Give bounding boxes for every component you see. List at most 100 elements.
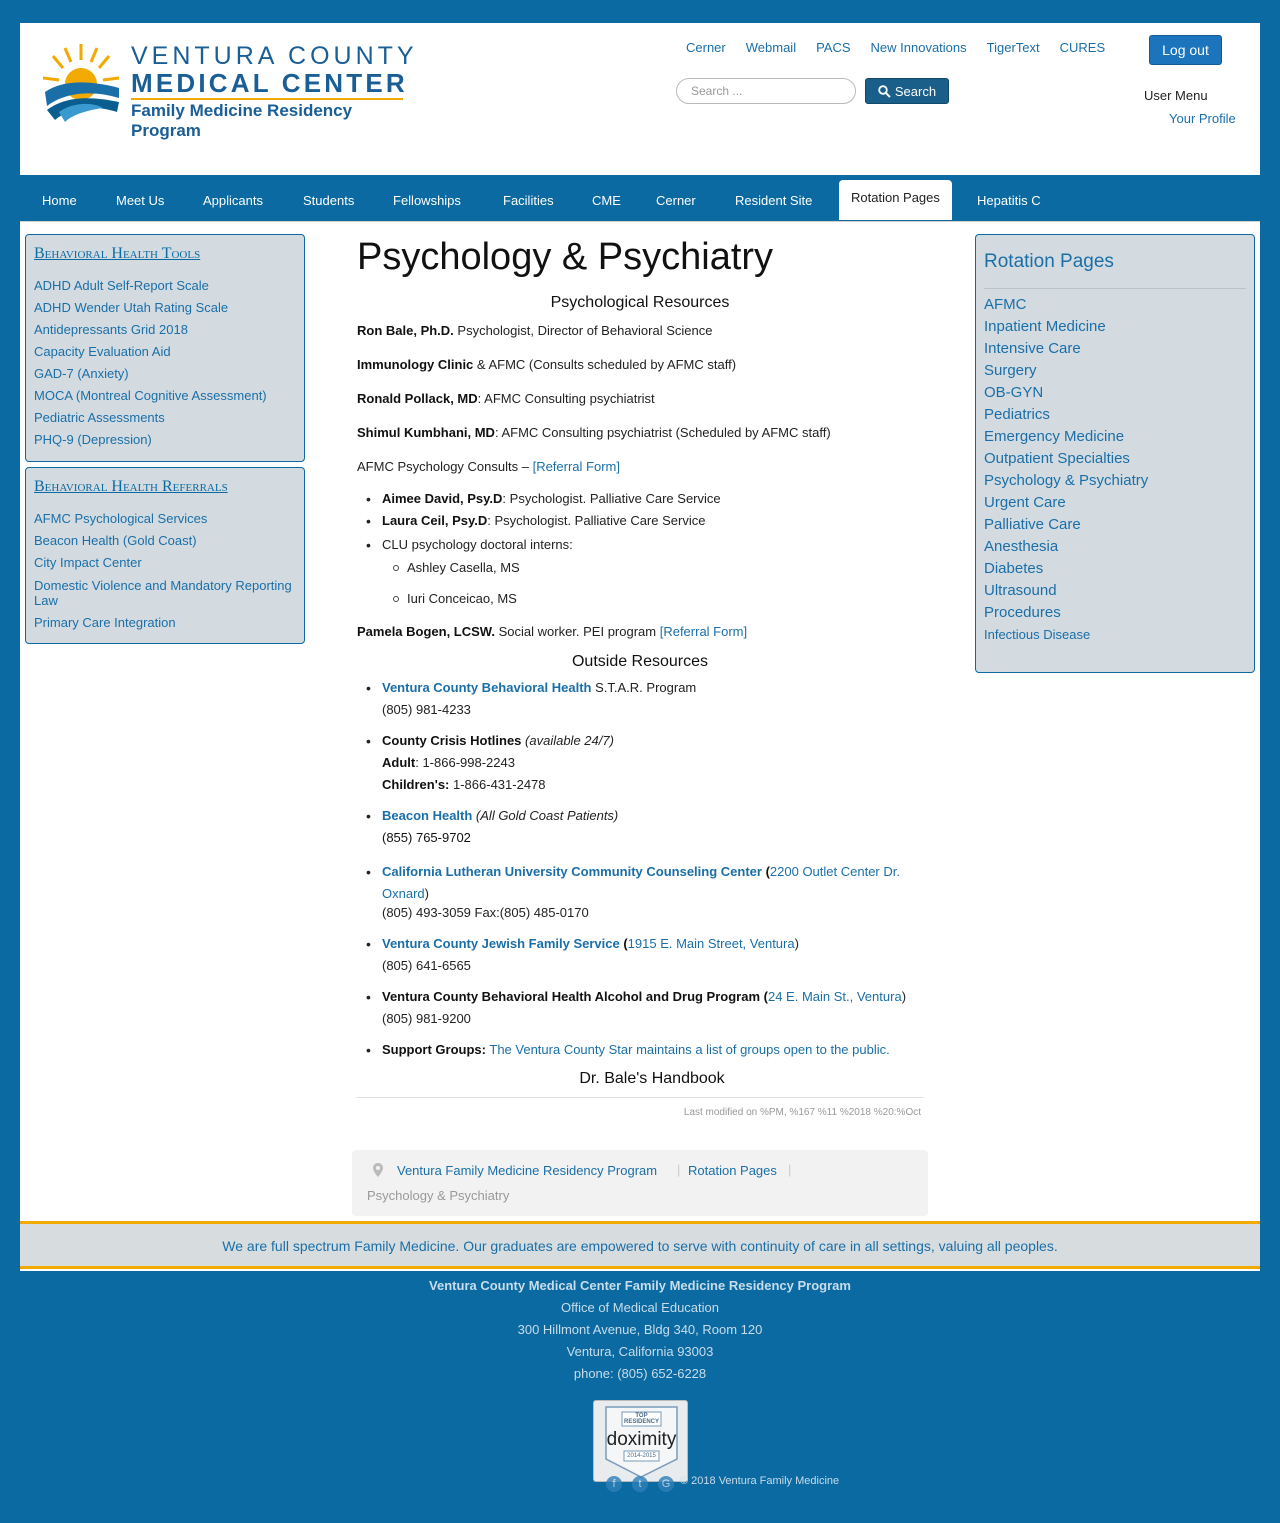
doximity-badge[interactable]: TOP RESIDENCY doximity 2014-2015 — [593, 1400, 688, 1482]
nav-cme[interactable]: CME — [592, 175, 621, 222]
tool-link[interactable]: Antidepressants Grid 2018 — [34, 319, 296, 341]
kumbhani-desc: : AFMC Consulting psychiatrist (Schedule… — [494, 425, 831, 440]
logo-line-3: Family Medicine Residency Program — [131, 101, 353, 140]
rotation-link[interactable]: Surgery — [984, 360, 1148, 382]
rotation-link[interactable]: Pediatrics — [984, 404, 1148, 426]
jfs-phone: (805) 641-6565 — [382, 958, 471, 973]
intern-item: Iuri Conceicao, MS — [393, 591, 517, 606]
pollack-name: Ronald Pollack, MD — [357, 391, 478, 406]
rotation-link[interactable]: Inpatient Medicine — [984, 316, 1148, 338]
crisis-availability: (available 24/7) — [521, 733, 614, 748]
rotation-link[interactable]: Emergency Medicine — [984, 426, 1148, 448]
support-groups-link[interactable]: The Ventura County Star maintains a list… — [486, 1042, 889, 1057]
search-icon — [878, 84, 891, 98]
location-pin-icon — [373, 1163, 383, 1177]
jfs-link[interactable]: Ventura County Jewish Family Service — [382, 936, 620, 951]
search-button[interactable]: Search — [865, 78, 949, 104]
rotation-link[interactable]: Palliative Care — [984, 514, 1148, 536]
clu-phone: (805) 493-3059 Fax:(805) 485-0170 — [382, 905, 589, 920]
jfs-paren-close: ) — [794, 936, 799, 951]
nav-applicants[interactable]: Applicants — [203, 175, 263, 222]
vcbh-phone: (805) 981-4233 — [382, 702, 471, 717]
tool-link[interactable]: Capacity Evaluation Aid — [34, 341, 296, 363]
google-plus-icon[interactable]: G — [658, 1476, 674, 1492]
behavioral-health-tools-panel: Behavioral Health Tools ADHD Adult Self-… — [25, 234, 305, 462]
nav-resident-site[interactable]: Resident Site — [735, 175, 812, 222]
referral-link[interactable]: Primary Care Integration — [34, 612, 296, 634]
bogen-entry: Pamela Bogen, LCSW. Social worker. PEI p… — [357, 624, 747, 639]
nav-students[interactable]: Students — [303, 175, 354, 222]
adult-phone: : 1-866-998-2243 — [415, 755, 515, 770]
adp-address-link[interactable]: 24 E. Main St., Ventura — [768, 989, 902, 1004]
nav-hepatitis-c[interactable]: Hepatitis C — [977, 175, 1041, 222]
search-button-label: Search — [894, 83, 937, 99]
nav-rotation-pages[interactable]: Rotation Pages — [839, 180, 952, 220]
badge-top-text: TOP RESIDENCY — [623, 1413, 659, 1425]
tool-link[interactable]: GAD-7 (Anxiety) — [34, 363, 296, 385]
pollack-entry: Ronald Pollack, MD: AFMC Consulting psyc… — [357, 391, 655, 406]
utility-links: Cerner Webmail PACS New Innovations Tige… — [686, 40, 1105, 55]
rotation-link[interactable]: Ultrasound — [984, 580, 1148, 602]
tool-link[interactable]: ADHD Adult Self-Report Scale — [34, 275, 296, 297]
link-new-innovations[interactable]: New Innovations — [871, 40, 967, 55]
rotation-link[interactable]: Psychology & Psychiatry — [984, 470, 1148, 492]
vcbh-link[interactable]: Ventura County Behavioral Health — [382, 680, 592, 695]
referral-link[interactable]: Beacon Health (Gold Coast) — [34, 530, 296, 552]
jfs-address-link[interactable]: 1915 E. Main Street, Ventura — [628, 936, 795, 951]
afmc-consults-text: AFMC Psychology Consults – — [357, 459, 533, 474]
tool-link[interactable]: ADHD Wender Utah Rating Scale — [34, 297, 296, 319]
list-item: CLU psychology doctoral interns: — [366, 537, 573, 553]
breadcrumb-rotation-pages[interactable]: Rotation Pages — [688, 1163, 777, 1178]
rotation-link[interactable]: Urgent Care — [984, 492, 1148, 514]
vcbh-desc: S.T.A.R. Program — [591, 680, 697, 695]
referral-link[interactable]: AFMC Psychological Services — [34, 508, 296, 530]
logo-rule — [131, 98, 403, 100]
pollack-desc: : AFMC Consulting psychiatrist — [477, 391, 655, 406]
tool-link[interactable]: MOCA (Montreal Cognitive Assessment) — [34, 385, 296, 407]
tool-link[interactable]: Pediatric Assessments — [34, 407, 296, 429]
nav-meet-us[interactable]: Meet Us — [116, 175, 164, 222]
logout-button[interactable]: Log out — [1149, 35, 1222, 65]
adp-phone: (805) 981-9200 — [382, 1011, 471, 1026]
breadcrumb-home[interactable]: Ventura Family Medicine Residency Progra… — [397, 1163, 657, 1178]
clu-counseling-link[interactable]: California Lutheran University Community… — [382, 864, 762, 879]
rotation-link[interactable]: Anesthesia — [984, 536, 1148, 558]
adult-hotline: Adult: 1-866-998-2243 — [382, 755, 515, 770]
nav-cerner[interactable]: Cerner — [656, 175, 696, 222]
footer-address: 300 Hillmont Avenue, Bldg 340, Room 120 — [517, 1322, 763, 1337]
list-item: Beacon Health (All Gold Coast Patients) — [366, 808, 618, 824]
tool-link[interactable]: PHQ-9 (Depression) — [34, 429, 296, 451]
beacon-link[interactable]: Beacon Health — [382, 808, 472, 823]
twitter-icon[interactable]: t — [632, 1476, 648, 1492]
your-profile-link[interactable]: Your Profile — [1169, 111, 1236, 126]
logo-line-2: MEDICAL CENTER — [131, 68, 408, 98]
rotation-link[interactable]: Intensive Care — [984, 338, 1148, 360]
immunology-desc: & AFMC (Consults scheduled by AFMC staff… — [473, 357, 737, 372]
rotation-link[interactable]: Procedures — [984, 602, 1148, 624]
breadcrumb-current: Psychology & Psychiatry — [367, 1188, 510, 1203]
referral-form-link[interactable]: [Referral Form] — [660, 624, 747, 639]
clu-address-line-1: 2200 Outlet Center Dr. — [769, 864, 900, 879]
link-pacs[interactable]: PACS — [816, 40, 850, 55]
nav-fellowships[interactable]: Fellowships — [393, 175, 461, 222]
referral-link[interactable]: Domestic Violence and Mandatory Reportin… — [34, 578, 296, 608]
referral-link[interactable]: City Impact Center — [34, 552, 296, 574]
site-logo[interactable]: VENTURA COUNTY MEDICAL CENTER Family Med… — [43, 40, 423, 140]
referral-form-link[interactable]: [Referral Form] — [533, 459, 620, 474]
link-tigertext[interactable]: TigerText — [987, 40, 1040, 55]
rotation-link[interactable]: OB-GYN — [984, 382, 1148, 404]
page-title: Psychology & Psychiatry — [357, 236, 774, 278]
search-input[interactable] — [676, 78, 856, 104]
nav-facilities[interactable]: Facilities — [503, 175, 554, 222]
rotation-link[interactable]: Outpatient Specialties — [984, 448, 1148, 470]
facebook-icon[interactable]: f — [606, 1476, 622, 1492]
link-cures[interactable]: CURES — [1060, 40, 1106, 55]
rotation-link[interactable]: Infectious Disease — [984, 624, 1148, 646]
rotation-link[interactable]: Diabetes — [984, 558, 1148, 580]
nav-home[interactable]: Home — [42, 175, 77, 222]
rotation-link[interactable]: AFMC — [984, 294, 1148, 316]
link-cerner[interactable]: Cerner — [686, 40, 726, 55]
link-webmail[interactable]: Webmail — [746, 40, 796, 55]
jfs-paren-open: ( — [619, 936, 628, 951]
badge-brand: doximity — [606, 1429, 677, 1450]
